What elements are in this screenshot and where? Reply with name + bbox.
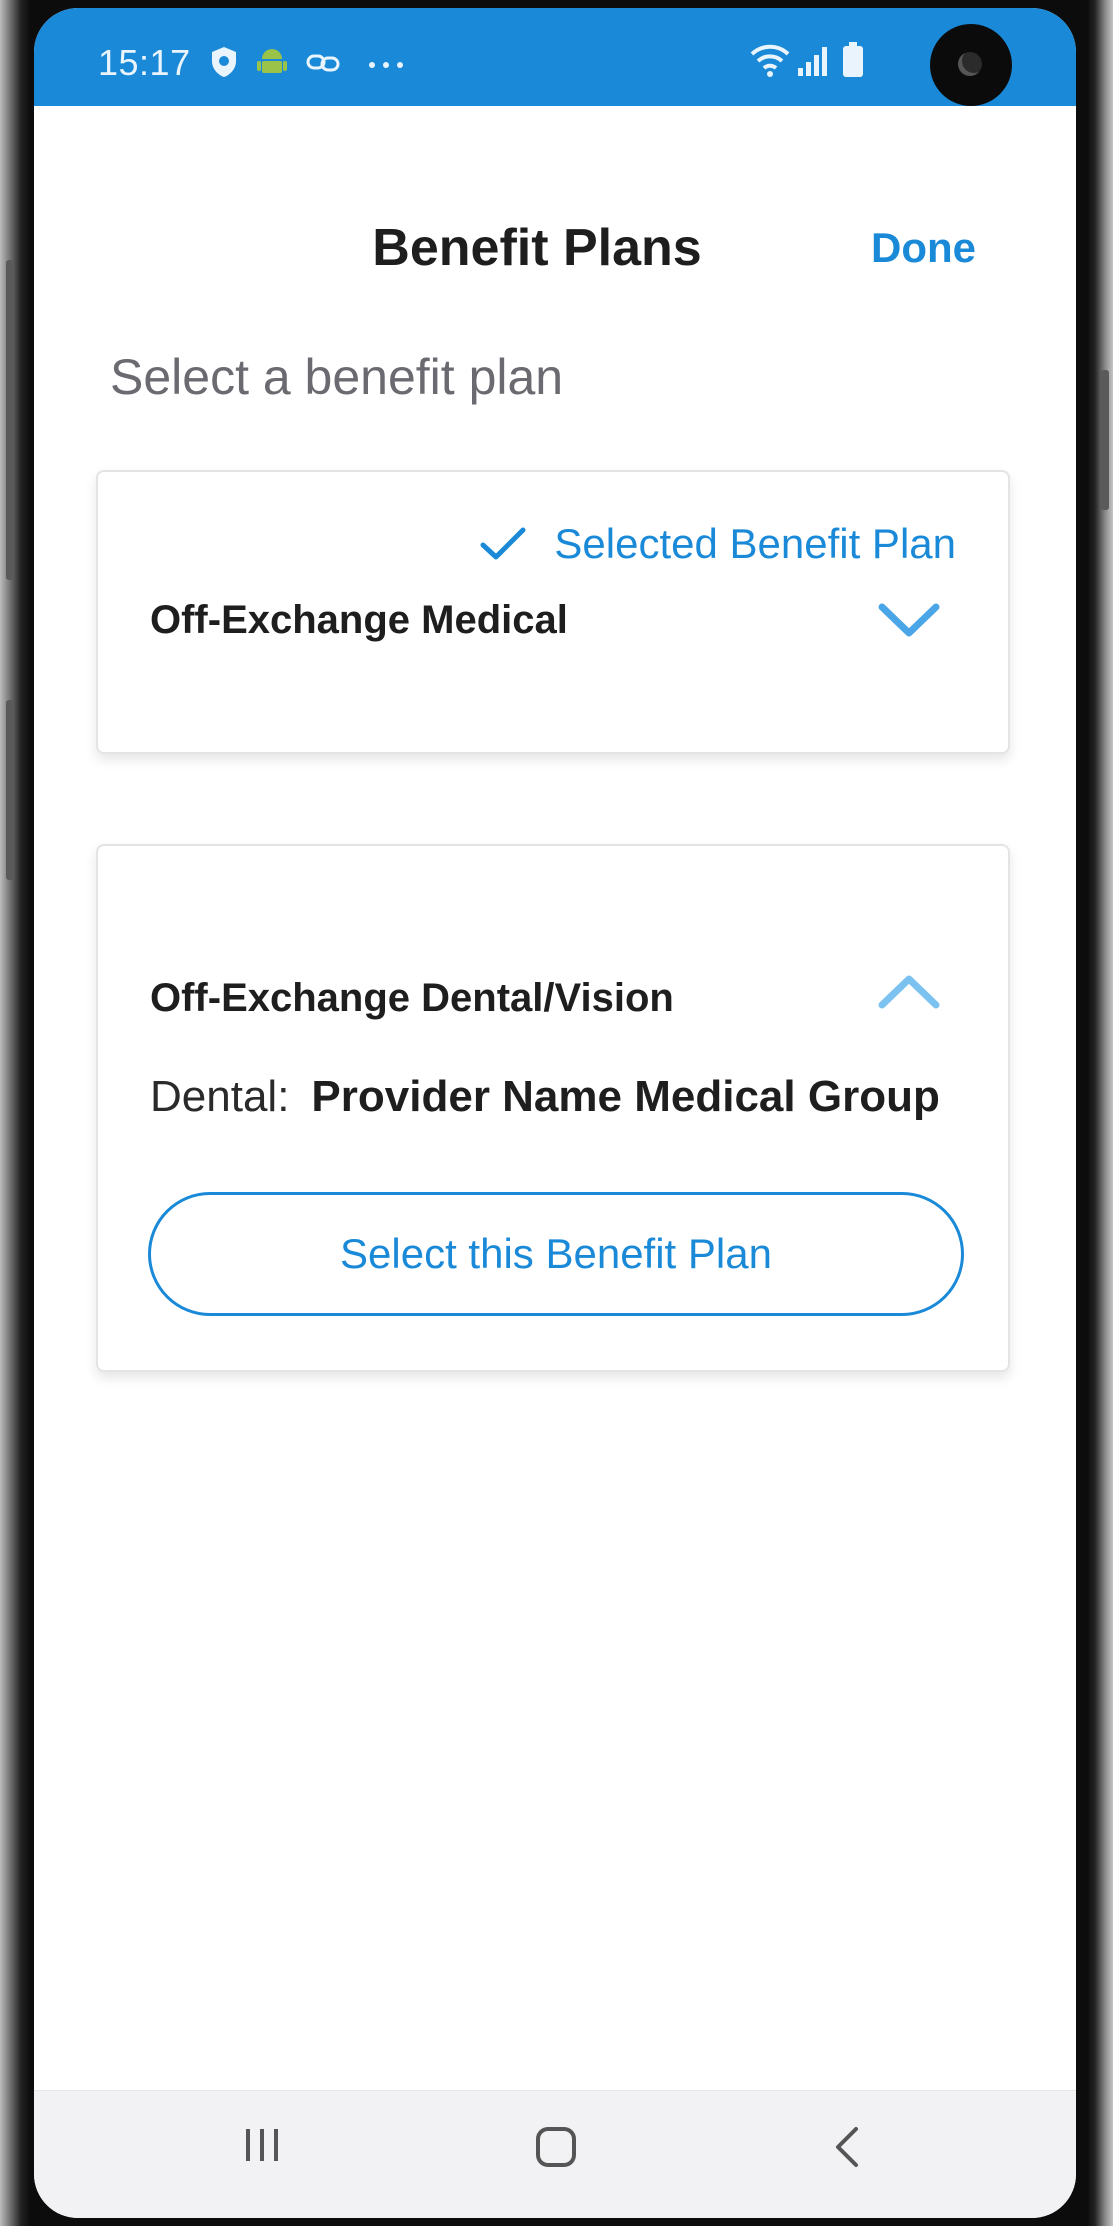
more-dots-icon [368,56,404,74]
phone-bezel-left [0,0,30,2226]
battery-icon [842,42,864,83]
wifi-icon [750,42,790,83]
bixby-button [6,700,14,880]
selected-label: Selected Benefit Plan [554,520,956,567]
home-icon[interactable] [534,2125,578,2174]
phone-frame: 15:17 Benefit Plans Done Select a benefi… [0,0,1113,2226]
chevron-down-icon[interactable] [878,602,940,645]
done-button[interactable]: Done [871,224,976,272]
power-button [1101,370,1109,510]
provider-label: Dental: [150,1072,290,1121]
signal-icon [796,44,830,83]
android-icon [256,46,288,83]
plan-card-medical[interactable]: Selected Benefit Plan Off-Exchange Medic… [96,470,1010,754]
link-icon [306,52,340,79]
chevron-up-icon[interactable] [878,972,940,1015]
phone-bezel-right [1087,0,1113,2226]
navigation-bar [34,2090,1076,2218]
status-bar: 15:17 [34,8,1076,106]
plan-name: Off-Exchange Dental/Vision [150,976,674,1020]
shield-icon [210,46,238,83]
screen: 15:17 Benefit Plans Done Select a benefi… [34,8,1076,2218]
selected-benefit-plan-tag: Selected Benefit Plan [480,520,956,568]
front-camera [930,24,1012,106]
provider-name: Provider Name Medical Group [311,1072,940,1121]
checkmark-icon [480,527,526,560]
select-benefit-plan-button[interactable]: Select this Benefit Plan [148,1192,964,1316]
volume-button [6,260,14,580]
plan-card-dental-vision: Off-Exchange Dental/Vision Dental: Provid… [96,844,1010,1372]
provider-row: Dental: Provider Name Medical Group [150,1072,940,1122]
status-time: 15:17 [98,42,191,83]
recents-icon[interactable] [242,2125,282,2170]
section-heading: Select a benefit plan [110,349,564,405]
plan-name: Off-Exchange Medical [150,598,568,642]
back-icon[interactable] [832,2125,862,2174]
